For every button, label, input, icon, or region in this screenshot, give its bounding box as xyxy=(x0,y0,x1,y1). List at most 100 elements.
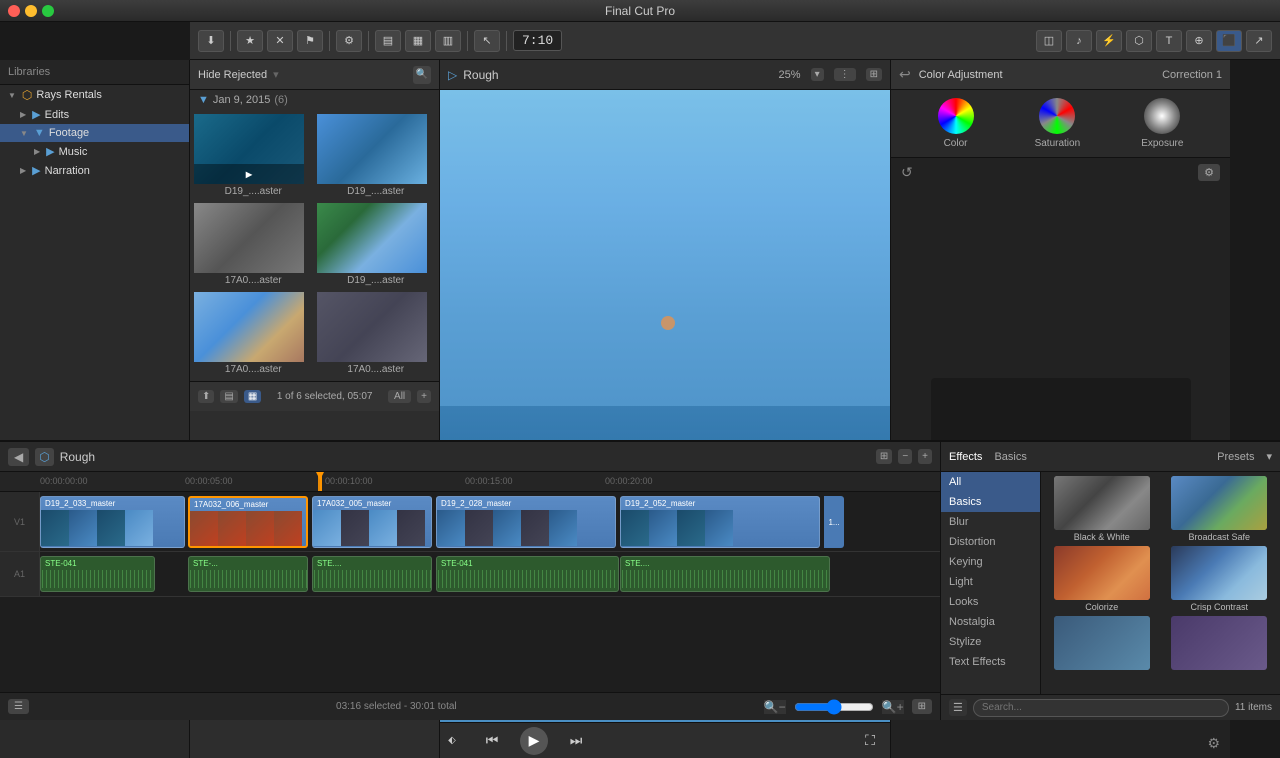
sort-button[interactable]: ⬆ xyxy=(198,390,214,403)
thumbnail-item[interactable]: D19_....aster xyxy=(317,114,436,199)
viewer-options-button[interactable]: ⋮ xyxy=(834,68,856,81)
effect-item-colorize[interactable]: Colorize xyxy=(1045,546,1159,612)
transitions-btn[interactable]: ⬡ xyxy=(1126,30,1152,52)
clip-view-btn[interactable]: ▤ xyxy=(375,30,401,52)
basics-tab[interactable]: Basics xyxy=(994,451,1026,463)
effect-cat-all[interactable]: All xyxy=(941,472,1040,492)
close-button[interactable] xyxy=(8,5,20,17)
add-to-timeline-button[interactable]: + xyxy=(417,390,431,403)
zoom-out-icon[interactable]: 🔍− xyxy=(764,700,786,714)
video-clip-selected[interactable]: 17A032_006_master xyxy=(188,496,308,548)
maximize-button[interactable] xyxy=(42,5,54,17)
thumbnail-item[interactable]: 17A0....aster xyxy=(194,203,313,288)
timeline-settings[interactable]: ⊞ xyxy=(876,449,892,464)
timeline-back-button[interactable]: ◀ xyxy=(8,448,29,466)
reset-button[interactable]: ↺ xyxy=(901,164,913,181)
rate-button[interactable]: ⚑ xyxy=(297,30,323,52)
favorite-button[interactable]: ★ xyxy=(237,30,263,52)
back-button[interactable]: ⚙ xyxy=(1198,164,1220,181)
video-clip[interactable]: D19_2_052_master xyxy=(620,496,820,548)
effect-cat-distortion[interactable]: Distortion xyxy=(941,532,1040,552)
ruler-mark-1: 00:00:05:00 xyxy=(185,476,233,486)
effect-cat-blur[interactable]: Blur xyxy=(941,512,1040,532)
audio-clip[interactable]: STE-041 xyxy=(40,556,155,592)
import-button[interactable]: ⬇ xyxy=(198,30,224,52)
next-frame-button[interactable]: ⏭ xyxy=(564,729,588,753)
chevron-down-icon[interactable]: ▼ xyxy=(198,94,209,106)
audio-clip[interactable]: STE.... xyxy=(620,556,830,592)
arrow-tool[interactable]: ↖ xyxy=(474,30,500,52)
thumbnail-item[interactable]: D19_....aster xyxy=(317,203,436,288)
generators-btn[interactable]: ⊕ xyxy=(1186,30,1212,52)
effect-cat-basics[interactable]: Basics xyxy=(941,492,1040,512)
sidebar-item-footage[interactable]: ▼ ▼ Footage xyxy=(0,124,189,142)
timeline-icon[interactable]: ⬡ xyxy=(35,448,53,466)
timeline-zoom-out[interactable]: − xyxy=(898,449,912,464)
aspect-button[interactable]: ⊞ xyxy=(866,68,882,81)
audio-clip[interactable]: STE-... xyxy=(188,556,308,592)
effect-item-broadcast[interactable]: Broadcast Safe xyxy=(1163,476,1277,542)
effect-item-5[interactable] xyxy=(1045,616,1159,672)
effect-cat-stylize[interactable]: Stylize xyxy=(941,632,1040,652)
sidebar-item-music[interactable]: ▶ ▶ Music xyxy=(0,142,189,161)
effect-cat-nostalgia[interactable]: Nostalgia xyxy=(941,612,1040,632)
titles-btn[interactable]: T xyxy=(1156,30,1182,52)
video-clip[interactable]: 17A032_005_master xyxy=(312,496,432,548)
zoom-slider[interactable] xyxy=(794,699,874,715)
video-clip[interactable]: D19_2_028_master xyxy=(436,496,616,548)
list-view-btn[interactable]: ▦ xyxy=(405,30,431,52)
clip-appearance-button[interactable]: ⊞ xyxy=(912,699,932,714)
effects-search-input[interactable] xyxy=(973,699,1229,717)
exposure-tab[interactable]: Exposure xyxy=(1141,98,1183,149)
prev-frame-button[interactable]: ⏮ xyxy=(480,729,504,753)
thumbnail-item[interactable]: ▶ D19_....aster xyxy=(194,114,313,199)
list-view-button[interactable]: ☰ xyxy=(8,699,29,714)
play-button[interactable]: ▶ xyxy=(520,727,548,755)
share-btn[interactable]: ↗ xyxy=(1246,30,1272,52)
trim-button[interactable]: ⚙ xyxy=(336,30,362,52)
back-icon[interactable]: ↩ xyxy=(899,66,911,83)
filter-label[interactable]: Hide Rejected xyxy=(198,69,267,81)
effect-item-crisp-contrast[interactable]: Crisp Contrast xyxy=(1163,546,1277,612)
search-button[interactable]: 🔍 xyxy=(413,66,431,84)
effects-list-view[interactable]: ☰ xyxy=(949,699,967,716)
zoom-in-icon[interactable]: 🔍+ xyxy=(882,700,904,714)
clip-appearance-btn[interactable]: ◫ xyxy=(1036,30,1062,52)
fullscreen-button[interactable]: ⛶ xyxy=(858,729,882,753)
presets-label[interactable]: Presets xyxy=(1217,451,1254,463)
audio-clip[interactable]: STE.... xyxy=(312,556,432,592)
sidebar-item-narration[interactable]: ▶ ▶ Narration xyxy=(0,161,189,180)
effects-tab[interactable]: Effects xyxy=(949,451,982,463)
color-tab[interactable]: Color xyxy=(938,98,974,149)
audio-btn[interactable]: ♪ xyxy=(1066,30,1092,52)
film-view-btn[interactable]: ▥ xyxy=(435,30,461,52)
thumbnail-item[interactable]: 17A0....aster xyxy=(317,292,436,377)
grid-view-button[interactable]: ▦ xyxy=(244,390,261,403)
timeline-panel: ◀ ⬡ Rough ⊞ − + 00:00:00:00 00:00:05:00 … xyxy=(0,440,940,720)
minimize-button[interactable] xyxy=(25,5,37,17)
effects-btn[interactable]: ⚡ xyxy=(1096,30,1122,52)
effect-cat-text-effects[interactable]: Text Effects xyxy=(941,652,1040,672)
inspector-btn[interactable]: ⬛ xyxy=(1216,30,1242,52)
effect-cat-looks[interactable]: Looks xyxy=(941,592,1040,612)
sidebar-item-edits[interactable]: ▶ ▶ Edits xyxy=(0,105,189,124)
sidebar-item-label: Music xyxy=(59,146,88,158)
sidebar-item-rays-rentals[interactable]: ▼ ⬡ Rays Rentals xyxy=(0,85,189,105)
thumbnail-item[interactable]: 17A0....aster xyxy=(194,292,313,377)
reject-button[interactable]: ✕ xyxy=(267,30,293,52)
effect-item-6[interactable] xyxy=(1163,616,1277,672)
zoom-dropdown-button[interactable]: ▾ xyxy=(811,68,824,81)
exposure-label: Exposure xyxy=(1141,138,1183,149)
clip-thumb xyxy=(41,510,69,546)
view-as-button[interactable]: ▤ xyxy=(220,390,237,403)
audio-clip[interactable]: STE-041 xyxy=(436,556,619,592)
viewer-transport-type[interactable]: ⬖ xyxy=(440,729,464,753)
effect-item-bw[interactable]: Black & White xyxy=(1045,476,1159,542)
video-clip[interactable]: D19_2_033_master xyxy=(40,496,185,548)
saturation-tab[interactable]: Saturation xyxy=(1035,98,1081,149)
settings-button[interactable]: ⚙ xyxy=(1207,735,1220,752)
effect-cat-light[interactable]: Light xyxy=(941,572,1040,592)
timeline-zoom-in[interactable]: + xyxy=(918,449,932,464)
all-filter-button[interactable]: All xyxy=(388,390,411,403)
effect-cat-keying[interactable]: Keying xyxy=(941,552,1040,572)
